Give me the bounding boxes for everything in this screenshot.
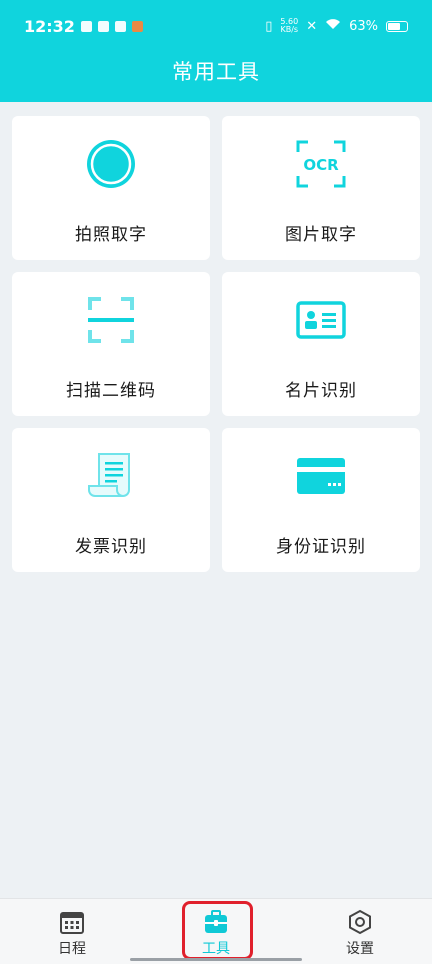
invoice-icon <box>88 453 130 497</box>
tool-card-scan-qr[interactable]: 扫描二维码 <box>12 272 210 416</box>
camera-circle-icon <box>87 140 135 188</box>
notification-icon <box>97 20 109 32</box>
toolbox-icon <box>205 910 227 933</box>
business-card-icon <box>296 301 346 339</box>
id-card-icon <box>297 458 345 494</box>
scan-icon <box>88 297 134 343</box>
nav-item-schedule[interactable]: 日程 <box>0 899 144 964</box>
wifi-icon <box>325 18 341 34</box>
tool-label: 扫描二维码 <box>66 381 156 401</box>
ocr-icon: OCR <box>296 140 346 188</box>
vibrate-icon: ▯ <box>265 18 273 34</box>
page-title: 常用工具 <box>172 60 260 84</box>
status-bar: 12:32 ▯ 5.60 KB/s ✕ 63% <box>0 0 432 52</box>
nav-label: 日程 <box>58 941 86 957</box>
bottom-nav: 日程 工具 设置 <box>0 898 432 964</box>
calendar-icon <box>60 912 84 934</box>
home-indicator[interactable] <box>130 958 302 961</box>
signal-icon: ✕ <box>306 18 318 34</box>
nav-label: 工具 <box>202 941 230 957</box>
tool-label: 身份证识别 <box>276 537 366 557</box>
nav-item-tools[interactable]: 工具 <box>144 899 288 964</box>
svg-text:OCR: OCR <box>303 156 339 174</box>
settings-hexagon-icon <box>349 909 371 935</box>
tool-card-image-text[interactable]: OCR 图片取字 <box>222 116 420 260</box>
tool-label: 图片取字 <box>285 225 357 245</box>
mail-icon <box>114 20 126 32</box>
battery-icon <box>386 20 408 32</box>
notification-icon <box>131 20 143 32</box>
notification-icon <box>80 20 92 32</box>
network-speed: 5.60 KB/s <box>280 18 298 34</box>
tool-card-id-card[interactable]: 身份证识别 <box>222 428 420 572</box>
status-time: 12:32 <box>24 16 75 36</box>
network-speed-unit: KB/s <box>280 25 299 34</box>
app-header: 12:32 ▯ 5.60 KB/s ✕ 63% 常用工具 <box>0 0 432 102</box>
battery-level: 63% <box>349 18 378 34</box>
tool-label: 拍照取字 <box>75 225 147 245</box>
tool-label: 名片识别 <box>285 381 357 401</box>
nav-item-settings[interactable]: 设置 <box>288 899 432 964</box>
tool-label: 发票识别 <box>75 537 147 557</box>
tool-card-invoice[interactable]: 发票识别 <box>12 428 210 572</box>
tool-grid: 拍照取字 OCR 图片取字 扫描二维码 名片识别 发票识别 身份证识别 <box>12 116 420 572</box>
tool-card-business-card[interactable]: 名片识别 <box>222 272 420 416</box>
tool-card-photo-text[interactable]: 拍照取字 <box>12 116 210 260</box>
nav-label: 设置 <box>346 941 374 957</box>
